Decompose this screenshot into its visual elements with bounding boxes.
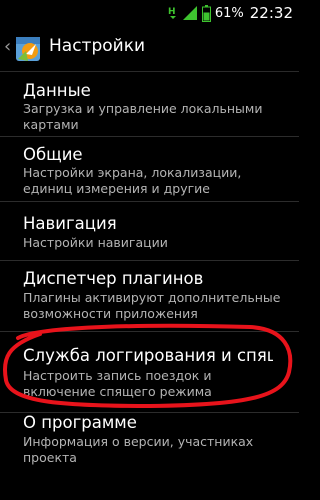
settings-item-title: Служба логгирования и спящего режима xyxy=(23,346,273,365)
status-clock: 22:32 xyxy=(249,4,293,22)
settings-item-title: Диспетчер плагинов xyxy=(23,269,204,288)
settings-item-data[interactable]: Данные Загрузка и управление локальными … xyxy=(0,72,299,137)
settings-item-subtitle: Информация о версии, участниках проекта xyxy=(23,434,254,465)
settings-item-title: Навигация xyxy=(23,214,117,233)
settings-item-title: О программе xyxy=(23,413,137,432)
settings-item-subtitle: Загрузка и управление локальными картами xyxy=(23,101,263,132)
settings-item-navigation[interactable]: Навигация Настройки навигации xyxy=(0,202,299,261)
action-bar-title: Настройки xyxy=(49,36,146,56)
settings-item-title: Данные xyxy=(23,81,91,100)
svg-text:H: H xyxy=(168,7,176,17)
settings-item-logging-sleep[interactable]: Служба логгирования и спящего режима Нас… xyxy=(0,332,299,413)
settings-item-plugins[interactable]: Диспетчер плагинов Плагины активируют до… xyxy=(0,261,299,332)
settings-item-subtitle: Настройки навигации xyxy=(23,235,168,250)
settings-item-subtitle: Настроить запись поездок и включение спя… xyxy=(23,368,212,399)
signal-bars-icon xyxy=(182,6,197,20)
settings-item-about[interactable]: О программе Информация о версии, участни… xyxy=(0,413,299,477)
settings-item-title: Общие xyxy=(23,145,83,164)
settings-item-general[interactable]: Общие Настройки экрана, локализации, еди… xyxy=(0,137,299,202)
signal-h-icon: H xyxy=(168,7,176,19)
battery-percent: 61% xyxy=(214,5,244,21)
status-bar: H 61% 22:32 xyxy=(0,0,299,25)
battery-icon xyxy=(201,4,211,22)
status-icons: H 61% 22:32 xyxy=(168,3,293,23)
app-logo-icon[interactable] xyxy=(12,31,46,65)
action-bar: ‹ Настройки xyxy=(0,25,299,72)
back-chevron-icon[interactable]: ‹ xyxy=(4,36,11,57)
settings-item-subtitle: Плагины активируют дополнительные возмож… xyxy=(23,290,281,321)
settings-item-subtitle: Настройки экрана, локализации, единиц из… xyxy=(23,165,242,196)
